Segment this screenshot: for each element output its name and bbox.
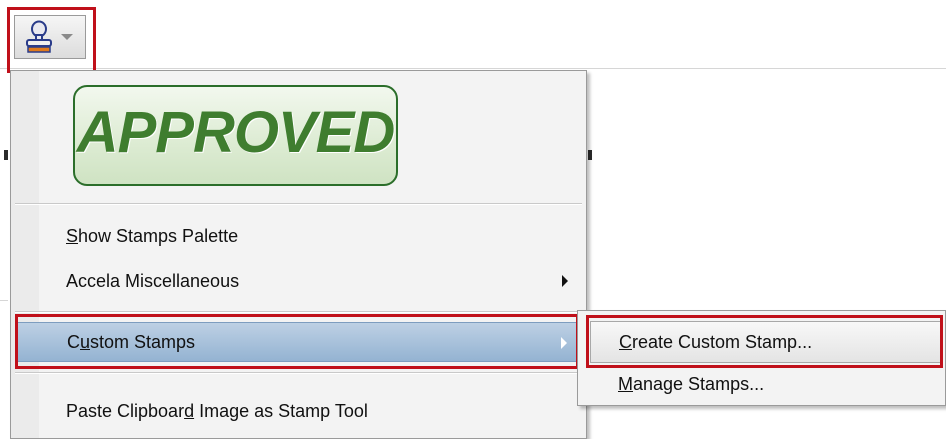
approved-stamp-text: APPROVED [76,100,396,165]
background-divider [0,300,8,301]
menu-item-label: Image as Stamp Tool [194,401,368,421]
menu-item-paste-clipboard-image[interactable]: Paste Clipboard Image as Stamp Tool [15,391,582,431]
stamp-menu: APPROVED Show Stamps Palette Accela Misc… [10,70,587,439]
menu-separator [15,203,582,205]
screen: APPROVED Show Stamps Palette Accela Misc… [0,0,946,439]
menu-separator [15,311,582,313]
menu-item-label: Paste Clipboar [66,401,185,421]
submenu-arrow-icon [562,275,568,287]
background-divider [0,68,946,69]
menu-item-show-stamps-palette[interactable]: Show Stamps Palette [15,216,582,256]
menu-item-label: how Stamps Palette [78,226,239,246]
menu-item-label: Accela Miscellaneous [66,271,240,291]
approved-stamp-preview[interactable]: APPROVED [73,85,398,186]
background-marker [588,150,592,160]
menu-separator [15,372,582,374]
stamp-tool-highlight [7,7,96,73]
menu-item-mnemonic: d [184,401,195,421]
menu-item-accela-miscellaneous[interactable]: Accela Miscellaneous [15,261,582,301]
background-marker [4,150,8,160]
submenu-item-mnemonic: M [618,374,633,394]
submenu-item-label: anage Stamps... [633,374,765,394]
submenu-item-manage-stamps[interactable]: Manage Stamps... [590,363,941,405]
menu-item-mnemonic: S [66,226,79,246]
custom-stamps-highlight [15,314,579,369]
create-custom-stamp-highlight [586,315,943,368]
